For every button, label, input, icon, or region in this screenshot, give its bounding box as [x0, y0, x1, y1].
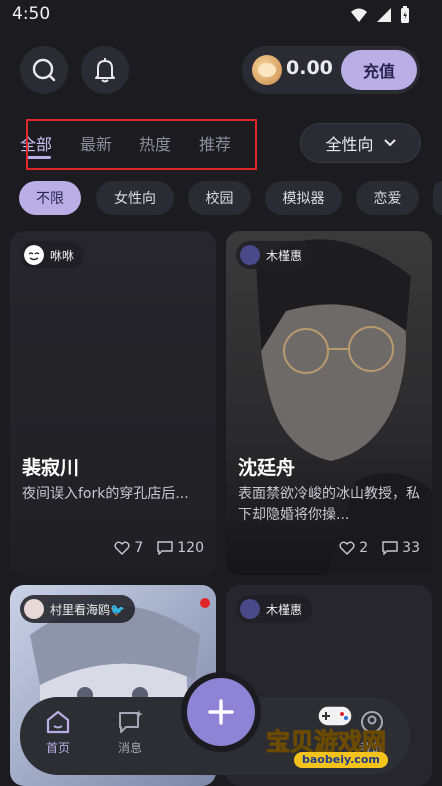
signal-icon — [377, 8, 391, 22]
likes-count: 2 — [359, 540, 369, 556]
nav-home[interactable]: 首页 — [28, 709, 88, 756]
nav-messages[interactable]: 消息 — [100, 709, 160, 756]
author-name: 木槿惠 — [266, 602, 303, 617]
author-name: 木槿惠 — [266, 248, 303, 263]
status-icons — [350, 6, 410, 24]
nav-home-label: 首页 — [45, 741, 70, 755]
comment-icon — [382, 541, 398, 555]
heart-icon — [339, 541, 355, 555]
card-author: 木槿惠 — [236, 595, 313, 623]
wifi-icon — [351, 8, 367, 22]
search-button[interactable] — [20, 46, 68, 94]
avatar — [240, 245, 260, 265]
balance-value: 0.00 — [286, 57, 333, 79]
card-author: 咻咻 — [20, 241, 85, 269]
status-bar: 4:50 — [0, 0, 442, 30]
avatar — [24, 599, 44, 619]
chip-campus[interactable]: 校园 — [188, 181, 251, 215]
card-author: 村里看海鸥🐦 — [20, 595, 135, 623]
watermark: 宝贝游戏网 baobeiy.com — [266, 700, 416, 780]
comment-icon — [157, 541, 173, 555]
chip-simulator[interactable]: 模拟器 — [265, 181, 342, 215]
chip-romance[interactable]: 恋爱 — [356, 181, 419, 215]
likes-count: 7 — [134, 540, 144, 556]
battery-icon — [401, 6, 409, 23]
recharge-button[interactable]: 充值 — [341, 50, 417, 90]
story-card[interactable]: 咻咻 裴寂川 夜间误入fork的穿孔店后... 7 120 — [10, 231, 216, 575]
card-author: 木槿惠 — [236, 241, 313, 269]
search-icon — [32, 58, 56, 82]
author-name: 咻咻 — [50, 248, 75, 263]
card-stats: 2 33 — [339, 540, 420, 556]
comments-count: 120 — [177, 540, 204, 556]
card-title: 裴寂川 — [22, 457, 80, 479]
bell-icon — [95, 58, 115, 83]
heart-icon — [114, 541, 130, 555]
card-description: 表面禁欲冷峻的冰山教授，私下却隐婚将你操... — [238, 486, 420, 523]
avatar — [240, 599, 260, 619]
chip-unlimited[interactable]: 不限 — [19, 181, 81, 215]
chip-more[interactable] — [433, 181, 442, 215]
annotation-box — [26, 119, 257, 170]
chip-female[interactable]: 女性向 — [96, 181, 174, 215]
chevron-down-icon — [383, 139, 396, 147]
home-icon — [46, 710, 70, 734]
card-description: 夜间误入fork的穿孔店后... — [22, 486, 189, 502]
gender-filter-dropdown[interactable]: 全性向 — [300, 123, 421, 163]
message-sparkle-icon — [119, 710, 143, 733]
author-name: 村里看海鸥🐦 — [50, 602, 125, 617]
plus-icon — [208, 699, 234, 725]
status-time: 4:50 — [12, 4, 51, 24]
story-card[interactable]: 木槿惠 沈廷舟 表面禁欲冷峻的冰山教授，私下却隐婚将你操... 2 33 — [226, 231, 432, 575]
coin-icon — [252, 55, 282, 85]
gender-filter-value: 全性向 — [325, 135, 374, 154]
comments-count: 33 — [402, 540, 420, 556]
nav-messages-label: 消息 — [117, 741, 142, 755]
avatar — [24, 245, 44, 265]
watermark-url: baobeiy.com — [294, 752, 388, 768]
card-stats: 7 120 — [114, 540, 204, 556]
notification-button[interactable] — [81, 46, 129, 94]
card-title: 沈廷舟 — [238, 457, 296, 479]
create-button[interactable] — [187, 678, 255, 746]
balance-pill: 0.00 充值 — [242, 46, 420, 94]
